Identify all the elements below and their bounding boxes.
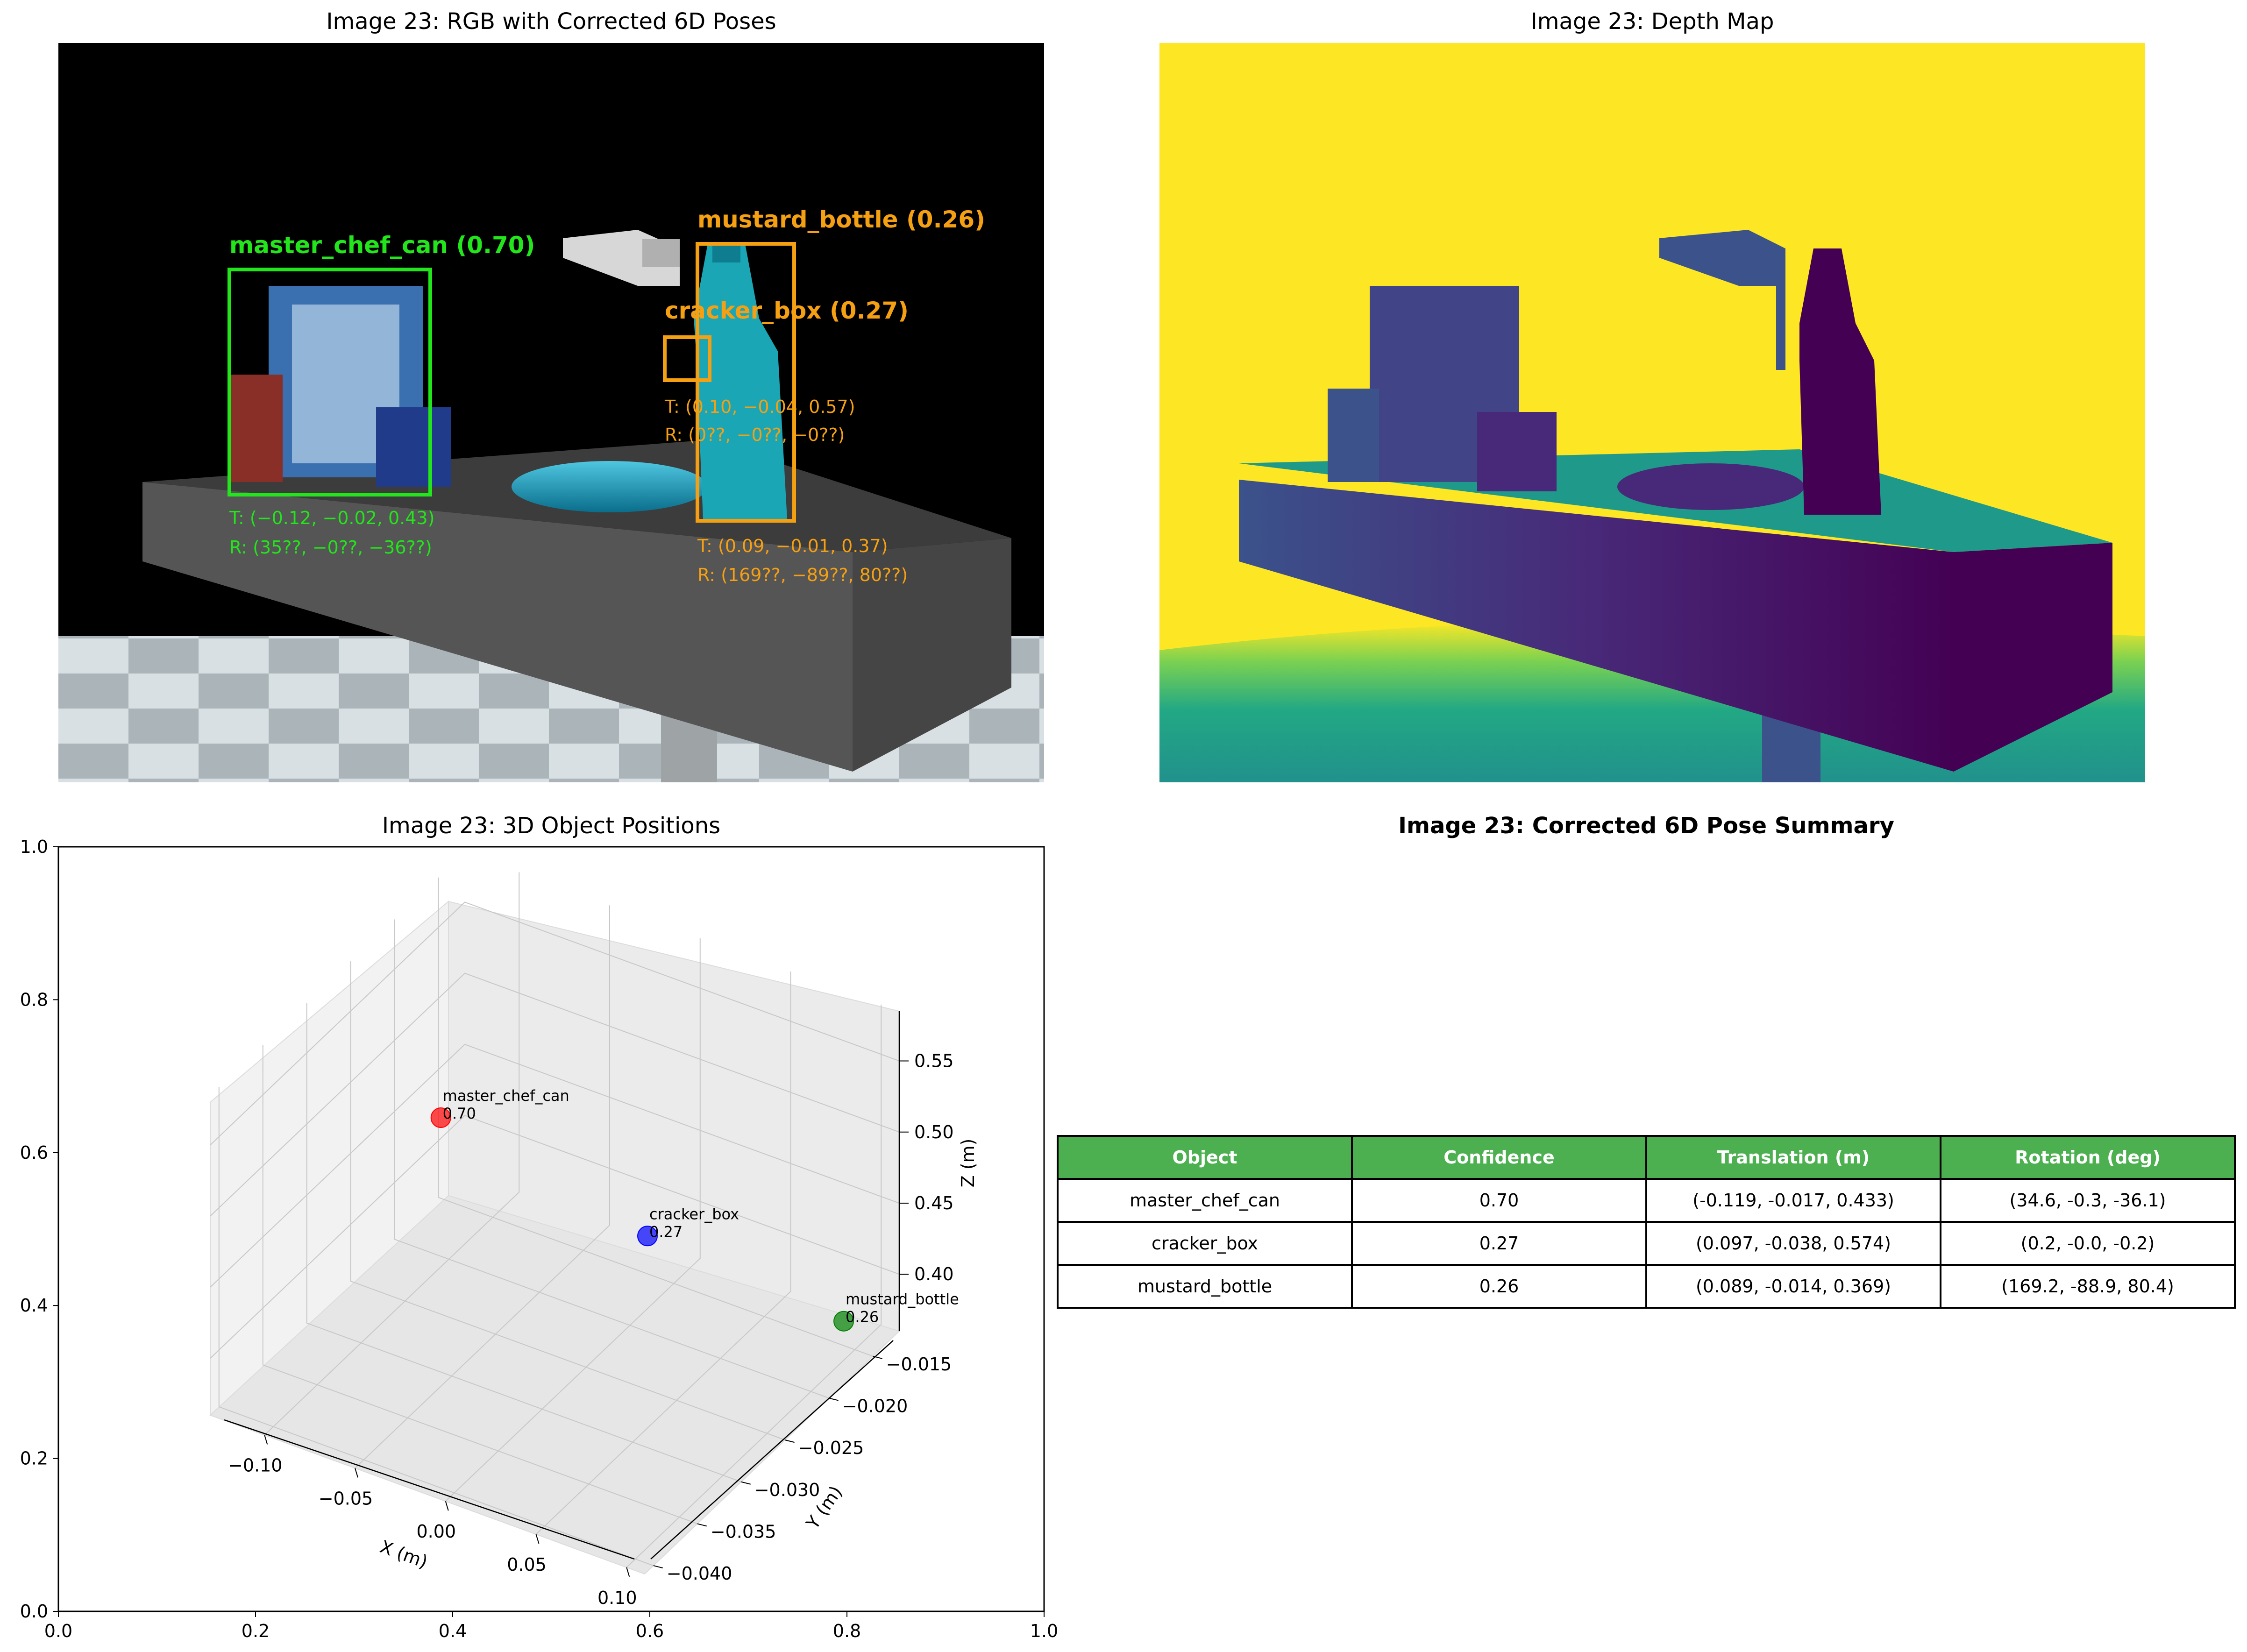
depth-mug	[1477, 412, 1557, 491]
depth-title: Image 23: Depth Map	[1530, 8, 1774, 35]
background-y-tick-label: 0.2	[20, 1448, 48, 1469]
label-master-chef-can: master_chef_can (0.70)	[229, 232, 535, 259]
point-label: master_chef_can	[443, 1087, 569, 1105]
label-cracker-box: cracker_box (0.27)	[665, 297, 909, 324]
translation-master-chef-can: T: (−0.12, −0.02, 0.43)	[229, 508, 434, 528]
summary-title: Image 23: Corrected 6D Pose Summary	[1398, 813, 1894, 839]
bowl	[512, 461, 708, 512]
x-tick-label: 0.00	[416, 1521, 456, 1542]
header-confidence: Confidence	[1351, 1135, 1647, 1180]
header-object: Object	[1057, 1135, 1353, 1180]
rotation-master-chef-can: R: (35??, −0??, −36??)	[229, 537, 432, 558]
mug	[376, 407, 451, 487]
label-mustard-bottle: mustard_bottle (0.26)	[697, 206, 985, 233]
background-x-tick-label: 0.8	[833, 1621, 861, 1641]
z-tick-label: 0.50	[914, 1122, 954, 1142]
table-row: master_chef_can 0.70 (-0.119, -0.017, 0.…	[1057, 1178, 2236, 1223]
background-x-tick-label: 0.4	[439, 1621, 467, 1641]
depth-bowl	[1617, 463, 1804, 510]
rgb-title: Image 23: RGB with Corrected 6D Poses	[326, 8, 776, 35]
point-confidence: 0.70	[443, 1105, 476, 1122]
background-x-tick-label: 0.0	[44, 1621, 72, 1641]
translation-cracker-box: T: (0.10, −0.04, 0.57)	[664, 397, 855, 417]
background-y-tick-label: 0.0	[20, 1601, 48, 1622]
z-axis-label: Z (m)	[958, 1139, 978, 1188]
positions-chart: 0.0 0.2 0.4 0.6 0.8 1.0 0.0 0.2 0.4 0.6 0.8 1.0 −0.…	[20, 837, 1059, 1641]
rgb-image: master_chef_can (0.70) T: (−0.12, −0.02,…	[58, 43, 1044, 782]
cell-confidence: 0.26	[1351, 1264, 1647, 1309]
background-y-tick-label: 0.6	[20, 1142, 48, 1163]
y-tick-label: −0.035	[711, 1521, 776, 1542]
x-tick-label: −0.05	[319, 1488, 373, 1509]
z-tick-label: 0.45	[914, 1193, 954, 1213]
background-x-tick-label: 0.6	[636, 1621, 664, 1641]
y-tick-label: −0.025	[798, 1438, 864, 1458]
background-y-tick-label: 0.8	[20, 989, 48, 1010]
depth-map	[1159, 43, 2145, 782]
cell-confidence: 0.27	[1351, 1221, 1647, 1266]
cell-object: mustard_bottle	[1057, 1264, 1353, 1309]
point-label: cracker_box	[649, 1205, 739, 1223]
x-tick-label: 0.10	[597, 1588, 637, 1608]
point-label: mustard_bottle	[846, 1290, 959, 1308]
table-header-row: Object Confidence Translation (m) Rotati…	[1057, 1135, 2236, 1180]
translation-mustard-bottle: T: (0.09, −0.01, 0.37)	[697, 536, 888, 556]
cell-rotation: (34.6, -0.3, -36.1)	[1940, 1178, 2236, 1223]
cell-rotation: (0.2, -0.0, -0.2)	[1940, 1221, 2236, 1266]
x-tick-label: 0.05	[507, 1554, 547, 1575]
pose-table: Object Confidence Translation (m) Rotati…	[1057, 1135, 2236, 1309]
cell-translation: (0.097, -0.038, 0.574)	[1645, 1221, 1941, 1266]
y-tick-label: −0.020	[842, 1396, 908, 1416]
background-x-tick-label: 1.0	[1030, 1621, 1058, 1641]
z-tick-label: 0.40	[914, 1264, 954, 1284]
cell-rotation: (169.2, -88.9, 80.4)	[1940, 1264, 2236, 1309]
background-y-tick-label: 0.4	[20, 1295, 48, 1316]
positions-title: Image 23: 3D Object Positions	[382, 813, 721, 839]
rotation-cracker-box: R: (0??, −0??, −0??)	[665, 425, 845, 445]
table-row: mustard_bottle 0.26 (0.089, -0.014, 0.36…	[1057, 1264, 2236, 1309]
depth-can	[1328, 389, 1379, 482]
y-tick-label: −0.040	[667, 1563, 732, 1584]
can	[231, 375, 283, 482]
z-tick-label: 0.55	[914, 1051, 954, 1071]
table-row: cracker_box 0.27 (0.097, -0.038, 0.574) …	[1057, 1221, 2236, 1266]
rotation-mustard-bottle: R: (169??, −89??, 80??)	[697, 565, 908, 585]
cell-object: master_chef_can	[1057, 1178, 1353, 1223]
cell-translation: (-0.119, -0.017, 0.433)	[1645, 1178, 1941, 1223]
x-tick-label: −0.10	[228, 1455, 282, 1476]
header-translation: Translation (m)	[1645, 1135, 1941, 1180]
cell-confidence: 0.70	[1351, 1178, 1647, 1223]
cell-object: cracker_box	[1057, 1221, 1353, 1266]
point-confidence: 0.26	[846, 1308, 879, 1326]
background-y-tick-label: 1.0	[20, 837, 48, 857]
cell-translation: (0.089, -0.014, 0.369)	[1645, 1264, 1941, 1309]
y-tick-label: −0.030	[754, 1480, 820, 1500]
y-tick-label: −0.015	[886, 1354, 952, 1375]
point-confidence: 0.27	[649, 1223, 683, 1241]
header-rotation: Rotation (deg)	[1940, 1135, 2236, 1180]
background-x-tick-label: 0.2	[242, 1621, 270, 1641]
